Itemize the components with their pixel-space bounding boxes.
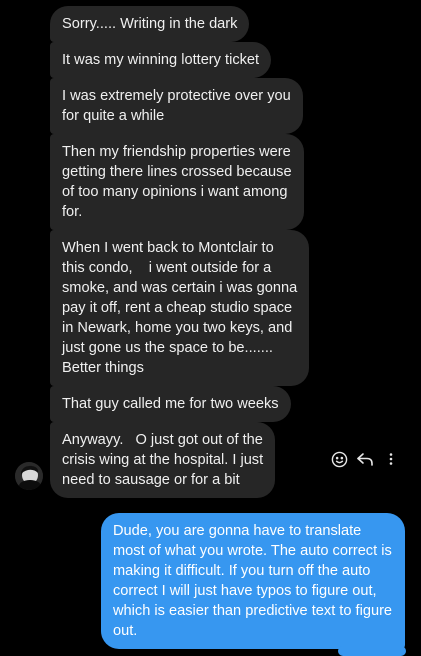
outgoing-message[interactable]: Dude, you are gonna have to translate mo… [101,513,405,649]
more-options-icon[interactable] [382,450,400,468]
message-actions [330,449,400,469]
outgoing-message-partial[interactable] [338,646,406,656]
emoji-react-icon[interactable] [330,450,348,468]
incoming-message[interactable]: I was extremely protective over you for … [50,78,303,134]
incoming-message[interactable]: Sorry..... Writing in the dark [50,6,250,42]
incoming-message[interactable]: That guy called me for two weeks [50,386,291,422]
incoming-message[interactable]: It was my winning lottery ticket [50,42,272,78]
avatar-photo [15,462,43,490]
reply-icon[interactable] [356,450,374,468]
incoming-message[interactable]: When I went back to Montclair to this co… [50,230,310,386]
incoming-message[interactable]: Anywayy. O just got out of the crisis wi… [50,422,276,498]
incoming-message[interactable]: Then my friendship properties were getti… [50,134,304,230]
sender-avatar[interactable] [15,462,43,490]
